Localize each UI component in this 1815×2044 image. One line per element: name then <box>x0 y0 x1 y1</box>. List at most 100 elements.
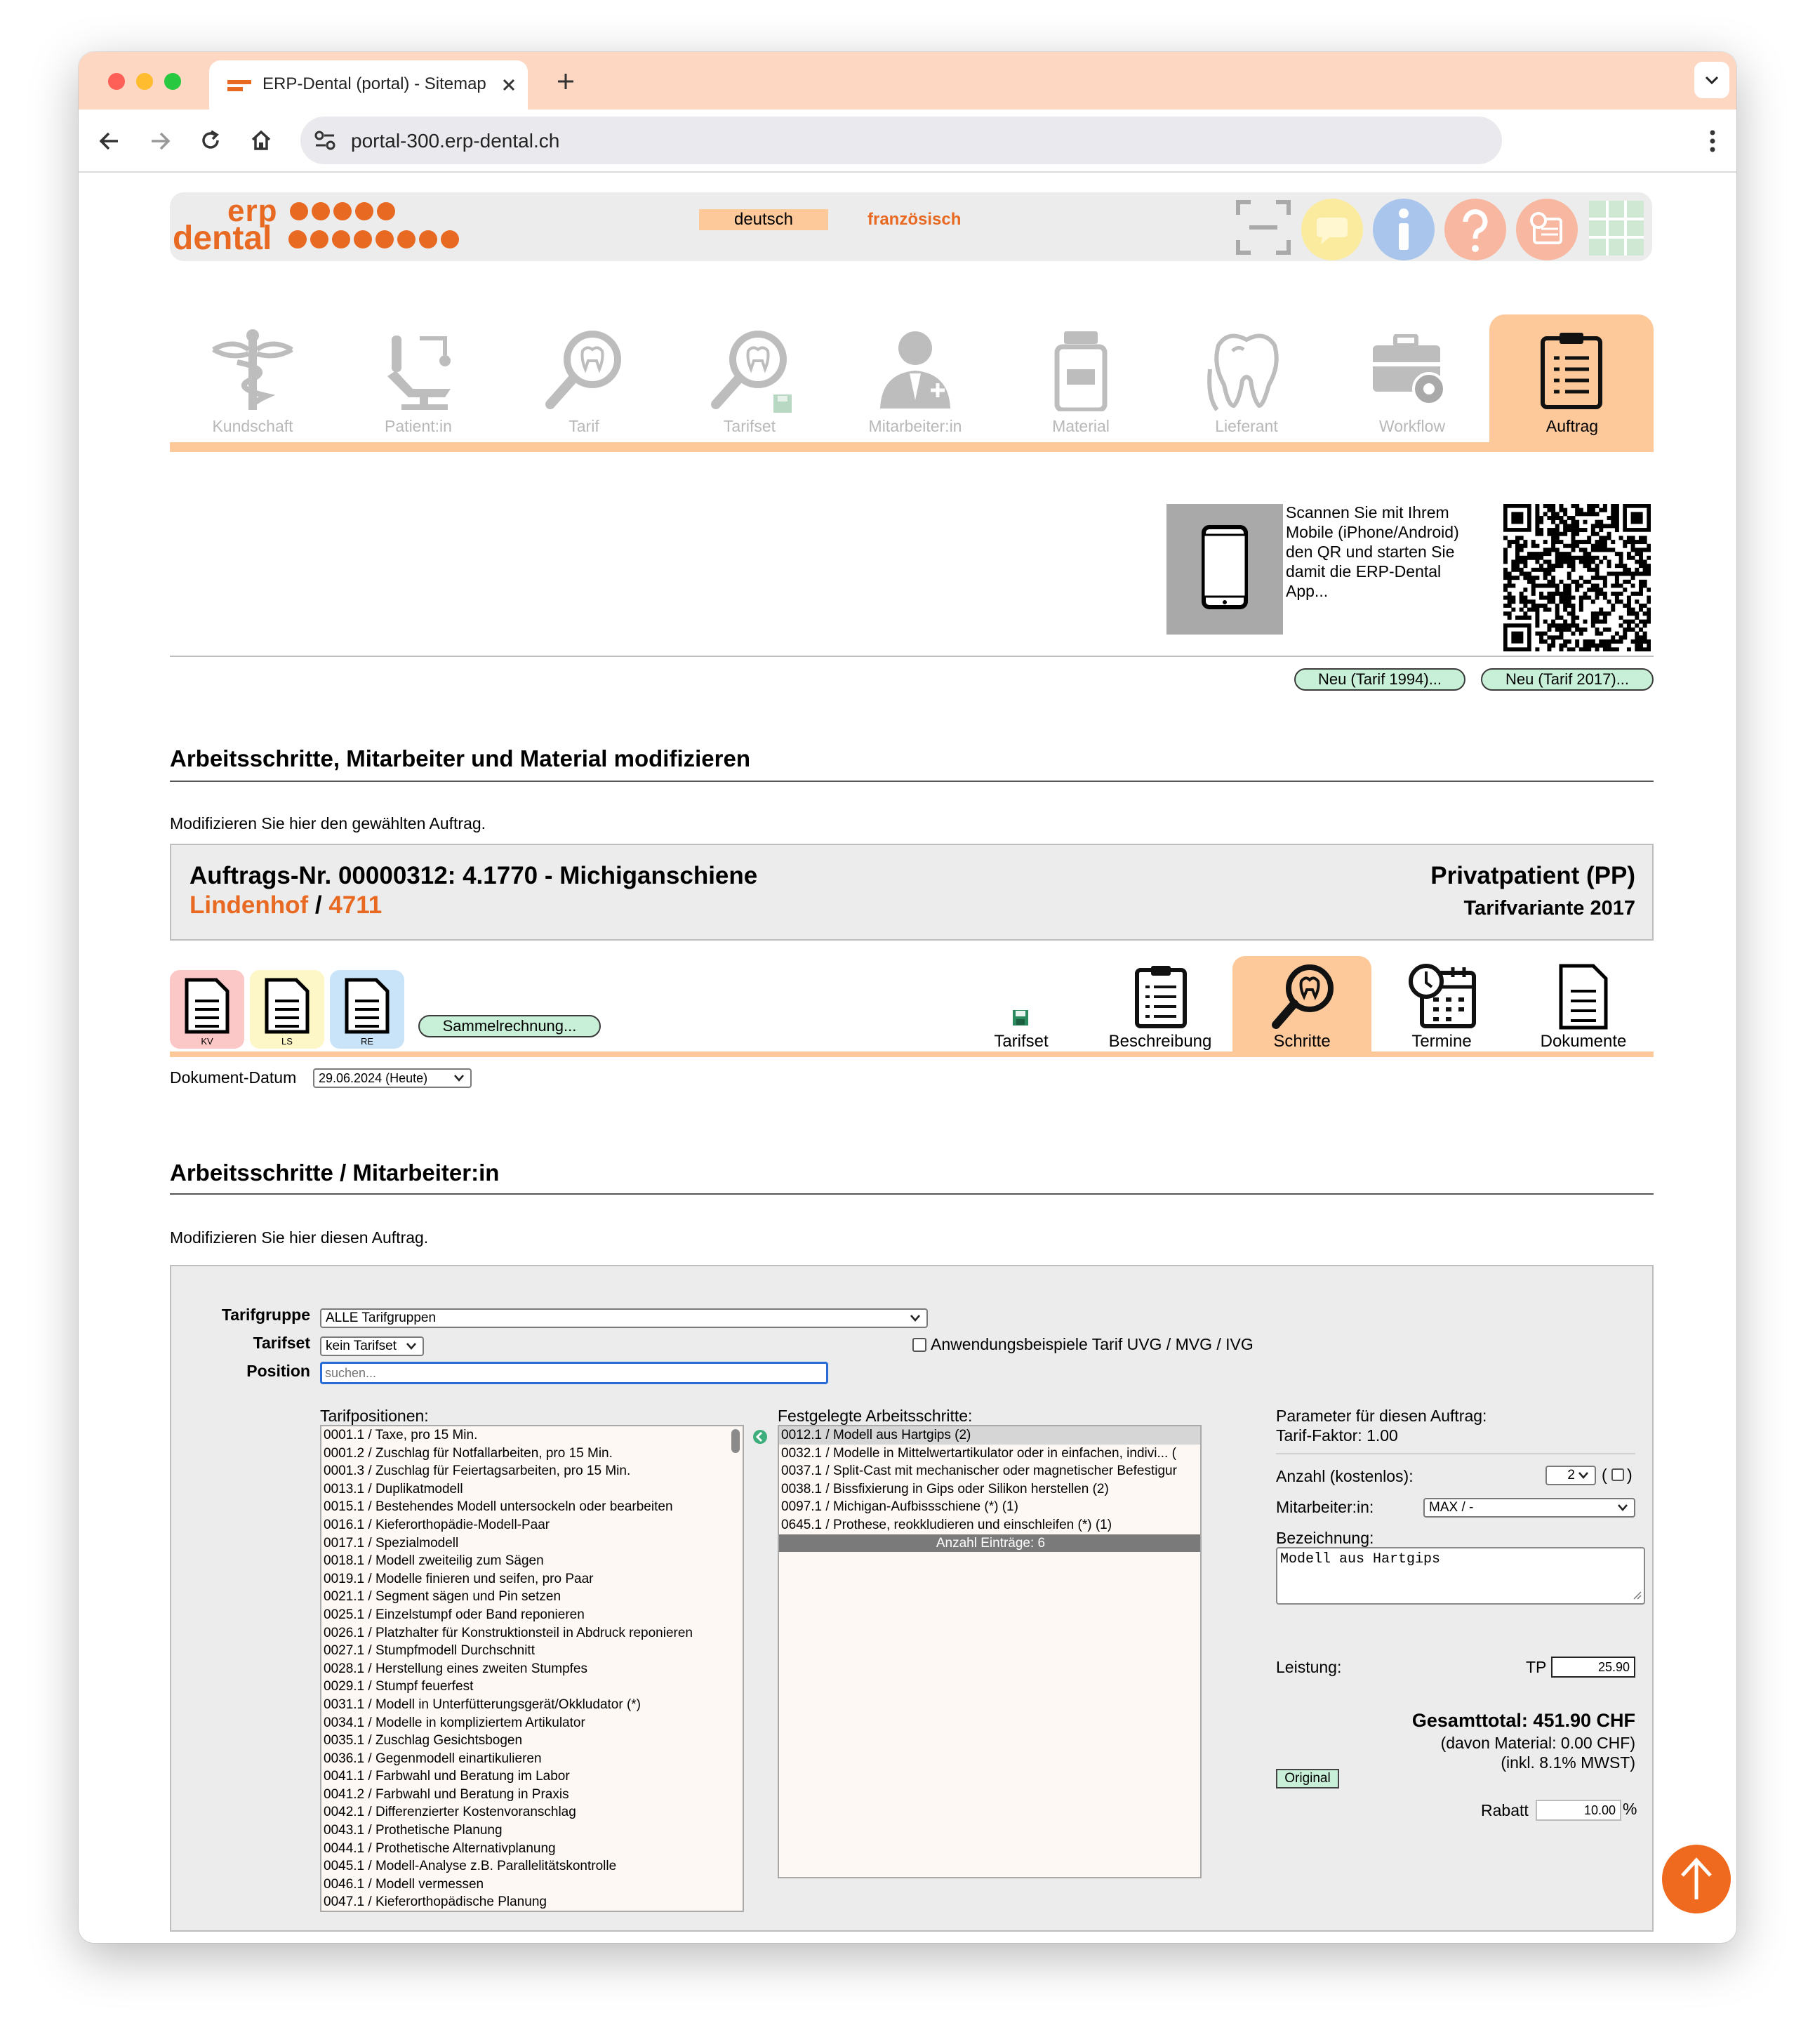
ls-document-button[interactable]: LS <box>250 970 324 1049</box>
site-settings-icon[interactable] <box>313 129 337 152</box>
order-tab-termine[interactable]: Termine <box>1373 959 1510 1053</box>
list-item[interactable]: 0028.1 / Herstellung eines zweiten Stump… <box>321 1660 727 1678</box>
nav-item-mitarbeiter[interactable]: Mitarbeiter:in <box>832 323 998 442</box>
new-tab-icon[interactable] <box>556 72 576 91</box>
new-tarif-1994-button[interactable]: Neu (Tarif 1994)... <box>1294 668 1465 691</box>
list-item[interactable]: 0037.1 / Split-Cast mit mechanischer ode… <box>779 1462 1200 1480</box>
tarifgruppe-select[interactable]: ALLE Tarifgruppen <box>320 1308 928 1328</box>
order-tab-beschreibung[interactable]: Beschreibung <box>1095 959 1225 1053</box>
list-item[interactable]: 0046.1 / Modell vermessen <box>321 1876 727 1894</box>
close-tab-icon[interactable] <box>501 77 517 93</box>
list-item[interactable]: 0036.1 / Gegenmodell einartikulieren <box>321 1750 727 1768</box>
tarifset-select[interactable]: kein Tarifset <box>320 1336 424 1356</box>
list-item[interactable]: 0041.1 / Farbwahl und Beratung im Labor <box>321 1767 727 1786</box>
address-bar: portal-300.erp-dental.ch <box>79 109 1736 173</box>
list-item[interactable]: 0038.1 / Bissfixierung in Gips oder Sili… <box>779 1480 1200 1499</box>
tp-input[interactable]: 25.90 <box>1551 1657 1635 1678</box>
list-item[interactable]: 0025.1 / Einzelstumpf oder Band reponier… <box>321 1606 727 1624</box>
maximize-window-button[interactable] <box>164 73 181 90</box>
omnibox[interactable]: portal-300.erp-dental.ch <box>300 117 1502 164</box>
help-icon[interactable] <box>1443 198 1508 261</box>
rabatt-input[interactable]: 10.00 <box>1536 1800 1621 1821</box>
browser-menu-icon[interactable] <box>1708 129 1717 153</box>
list-item[interactable]: 0013.1 / Duplikatmodell <box>321 1480 727 1499</box>
position-search-input[interactable] <box>320 1362 828 1384</box>
order-tab-dokumente[interactable]: Dokumente <box>1510 959 1656 1053</box>
re-document-button[interactable]: RE <box>330 970 404 1049</box>
nav-item-material[interactable]: Material <box>998 323 1164 442</box>
nav-item-lieferant[interactable]: Lieferant <box>1164 323 1329 442</box>
lang-deutsch[interactable]: deutsch <box>699 209 828 230</box>
minimize-window-button[interactable] <box>136 73 153 90</box>
nav-item-patient[interactable]: Patient:in <box>335 323 501 442</box>
list-item[interactable]: 0034.1 / Modelle in kompliziertem Artiku… <box>321 1714 727 1732</box>
kv-document-button[interactable]: KV <box>170 970 244 1049</box>
nav-item-kundschaft[interactable]: Kundschaft <box>170 323 335 442</box>
info-icon[interactable] <box>1371 198 1436 261</box>
scan-icon[interactable] <box>1235 199 1291 255</box>
document-date-select[interactable]: 29.06.2024 (Heute) <box>313 1068 472 1088</box>
anwendung-checkbox[interactable] <box>912 1338 926 1352</box>
list-item[interactable]: 0047.1 / Kieferorthopädische Planung <box>321 1893 727 1911</box>
resize-handle-icon[interactable] <box>1633 1591 1642 1600</box>
list-item[interactable]: 0019.1 / Modelle finieren und seifen, pr… <box>321 1570 727 1588</box>
lang-franzoesisch[interactable]: französisch <box>867 209 961 230</box>
list-item[interactable]: 0031.1 / Modell in Unterfütterungsgerät/… <box>321 1696 727 1714</box>
list-item[interactable]: 0001.1 / Taxe, pro 15 Min. <box>321 1426 727 1445</box>
tarifpositionen-list[interactable]: 0001.1 / Taxe, pro 15 Min. 0001.2 / Zusch… <box>320 1425 744 1912</box>
reload-icon[interactable] <box>199 129 222 152</box>
list-item[interactable]: 0021.1 / Segment sägen und Pin setzen <box>321 1588 727 1606</box>
kostenlos-checkbox[interactable] <box>1611 1468 1624 1481</box>
list-item[interactable]: 0001.3 / Zuschlag für Feiertagsarbeiten,… <box>321 1462 727 1480</box>
list-item[interactable]: 0032.1 / Modelle in Mittelwertartikulato… <box>779 1445 1200 1463</box>
order-tab-tarifset[interactable]: Tarifset <box>983 1000 1060 1053</box>
original-button[interactable]: Original <box>1276 1769 1339 1788</box>
list-item[interactable]: 0026.1 / Platzhalter für Konstruktionste… <box>321 1624 727 1642</box>
chat-icon[interactable] <box>1300 198 1364 261</box>
bezeichnung-textarea[interactable]: Modell aus Hartgips <box>1276 1547 1645 1605</box>
order-tab-schritte[interactable]: Schritte <box>1232 959 1371 1053</box>
festgelegte-arbeitsschritte-list[interactable]: 0012.1 / Modell aus Hartgips (2) 0032.1 /… <box>778 1425 1202 1878</box>
list-item[interactable]: 0042.1 / Differenzierter Kostenvoranschl… <box>321 1803 727 1821</box>
list-item[interactable]: 0016.1 / Kieferorthopädie-Modell-Paar <box>321 1516 727 1534</box>
nav-item-tarifset[interactable]: Tarifset <box>667 323 832 442</box>
list-item[interactable]: 0018.1 / Modell zweiteilig zum Sägen <box>321 1552 727 1570</box>
scroll-to-top-button[interactable] <box>1662 1845 1731 1913</box>
list-item[interactable]: 0017.1 / Spezialmodell <box>321 1534 727 1553</box>
nav-item-workflow[interactable]: Workflow <box>1329 323 1495 442</box>
list-item[interactable]: 0015.1 / Bestehendes Modell untersockeln… <box>321 1498 727 1516</box>
tab-list-button[interactable] <box>1694 62 1729 98</box>
list-item[interactable]: 0035.1 / Zuschlag Gesichtsbogen <box>321 1732 727 1750</box>
list-item[interactable]: 0044.1 / Prothetische Alternativplanung <box>321 1840 727 1858</box>
back-arrow-icon[interactable] <box>98 131 121 152</box>
list-item[interactable]: 0029.1 / Stumpf feuerfest <box>321 1678 727 1696</box>
sammelrechnung-button[interactable]: Sammelrechnung... <box>418 1015 601 1037</box>
anzahl-select[interactable]: 2 <box>1545 1466 1596 1485</box>
order-number-link[interactable]: 4711 <box>328 891 382 919</box>
erp-dental-logo[interactable]: erp dental <box>173 192 481 260</box>
url-text[interactable]: portal-300.erp-dental.ch <box>351 130 559 152</box>
list-item[interactable]: 0045.1 / Modell-Analyse z.B. Parallelitä… <box>321 1857 727 1876</box>
list-item[interactable]: 0645.1 / Prothese, reokkludieren und ein… <box>779 1516 1200 1534</box>
order-client-link[interactable]: Lindenhof <box>190 891 308 919</box>
mitarbeiter-select[interactable]: MAX / - <box>1423 1498 1635 1518</box>
browser-tab[interactable]: ERP-Dental (portal) - Sitemap <box>209 60 528 109</box>
list-scrollbar[interactable] <box>731 1429 740 1453</box>
nav-item-tarif[interactable]: Tarif <box>501 323 667 442</box>
calendar-clock-icon[interactable] <box>1515 198 1579 261</box>
forward-arrow-icon[interactable] <box>149 131 171 152</box>
list-item[interactable]: 0043.1 / Prothetische Planung <box>321 1821 727 1840</box>
add-arrow-icon[interactable] <box>752 1429 768 1445</box>
home-icon[interactable] <box>250 129 272 152</box>
new-tarif-2017-button[interactable]: Neu (Tarif 2017)... <box>1481 668 1654 691</box>
caduceus-icon <box>212 329 293 410</box>
grid-icon[interactable] <box>1589 201 1644 255</box>
list-item[interactable]: 0012.1 / Modell aus Hartgips (2) <box>779 1426 1200 1445</box>
nav-item-auftrag[interactable]: Auftrag <box>1489 323 1654 442</box>
list-item[interactable]: 0001.2 / Zuschlag für Notfallarbeiten, p… <box>321 1445 727 1463</box>
close-window-button[interactable] <box>108 73 125 90</box>
list-item[interactable]: 0041.2 / Farbwahl und Beratung in Praxis <box>321 1786 727 1804</box>
qr-code-icon[interactable] <box>1503 504 1651 651</box>
list-item[interactable]: 0027.1 / Stumpfmodell Durchschnitt <box>321 1642 727 1660</box>
list-item[interactable]: 0097.1 / Michigan-Aufbissschiene (*) (1) <box>779 1498 1200 1516</box>
